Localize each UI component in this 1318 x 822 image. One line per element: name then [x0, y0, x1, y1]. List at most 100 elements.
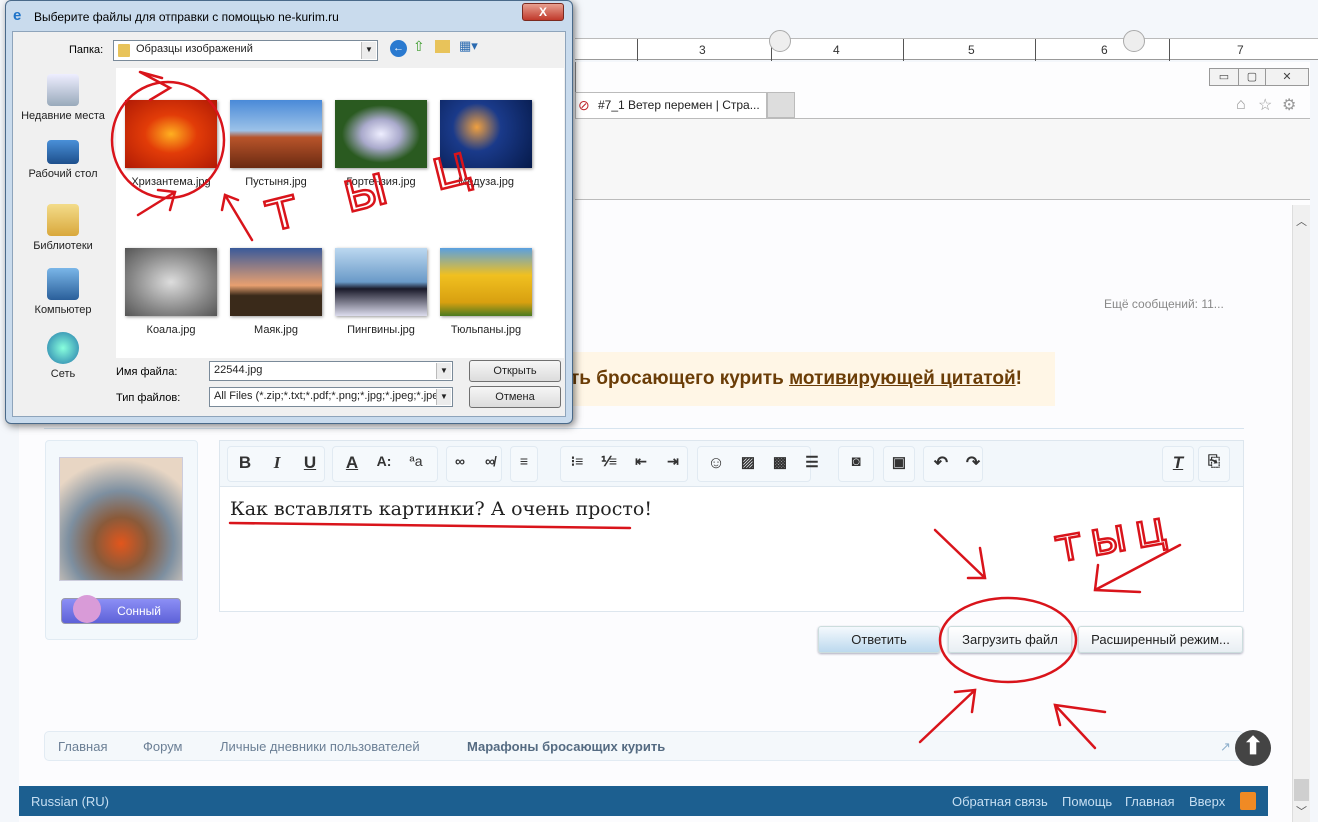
more-messages-link[interactable]: Ещё сообщений: 11...	[1104, 297, 1224, 311]
filetype-label: Тип файлов:	[116, 392, 181, 404]
file-item[interactable]: Хризантема.jpg	[121, 100, 221, 188]
computer-icon	[47, 268, 79, 300]
chevron-down-icon[interactable]: ▼	[436, 389, 451, 405]
scroll-thumb[interactable]	[1294, 779, 1309, 801]
reply-button[interactable]: Ответить	[818, 626, 940, 653]
ruler-handle[interactable]	[1123, 30, 1145, 52]
cancel-button[interactable]: Отмена	[469, 386, 561, 408]
scroll-up-icon[interactable]: ︿	[1296, 213, 1307, 229]
place-computer[interactable]: Компьютер	[13, 268, 113, 316]
home-icon[interactable]: ⌂	[1236, 96, 1246, 114]
smiley-icon[interactable]: ☺	[704, 453, 728, 473]
place-recent[interactable]: Недавние места	[13, 74, 113, 122]
language-selector[interactable]: Russian (RU)	[31, 794, 109, 809]
footer-link-top[interactable]: Вверх	[1189, 794, 1225, 809]
ruler-tick	[903, 39, 904, 61]
place-network[interactable]: Сеть	[13, 332, 113, 380]
editor-toolbar: B I U A A: ªa ∞ ∞̸ ≡ ⁝≡ ⅟≡ ⇤ ⇥ ☺ ▨ ▩ ☰ ◙…	[220, 441, 1243, 487]
file-name: Пингвины.jpg	[347, 324, 415, 336]
file-name: Коала.jpg	[146, 324, 196, 336]
file-item[interactable]: Тюльпаны.jpg	[436, 248, 536, 336]
image-icon[interactable]: ▨	[736, 453, 760, 471]
file-list: Хризантема.jpg Пустыня.jpg Гортензия.jpg…	[116, 68, 564, 358]
numbered-list-icon[interactable]: ⅟≡	[597, 453, 621, 470]
chevron-down-icon[interactable]: ▼	[436, 363, 451, 379]
footer-link-help[interactable]: Помощь	[1062, 794, 1112, 809]
file-item[interactable]: Пустыня.jpg	[226, 100, 326, 188]
dialog-title: Выберите файлы для отправки с помощью ne…	[34, 10, 339, 24]
open-button[interactable]: Открыть	[469, 360, 561, 382]
ruler-tick	[1035, 39, 1036, 61]
footer-link-feedback[interactable]: Обратная связь	[952, 794, 1048, 809]
file-item[interactable]: Маяк.jpg	[226, 248, 326, 336]
footer-link-home[interactable]: Главная	[1125, 794, 1174, 809]
bold-button[interactable]: B	[233, 453, 257, 473]
file-item[interactable]: Медуза.jpg	[436, 100, 536, 188]
link-icon[interactable]: ∞	[448, 453, 472, 469]
view-menu-icon[interactable]: ▦▾	[459, 38, 478, 54]
upload-file-button[interactable]: Загрузить файл	[948, 626, 1072, 653]
vertical-scrollbar[interactable]: ︿ ﹀	[1292, 205, 1310, 822]
align-icon[interactable]: ≡	[512, 453, 536, 469]
place-desktop[interactable]: Рабочий стол	[13, 140, 113, 180]
camera-icon[interactable]: ◙	[844, 453, 868, 470]
file-item[interactable]: Гортензия.jpg	[331, 100, 431, 188]
breadcrumb-item-current[interactable]: Марафоны бросающих курить	[467, 739, 665, 754]
indent-icon[interactable]: ⇥	[661, 453, 685, 470]
ruler: 3 4 5 6 7	[575, 30, 1318, 61]
message-editor[interactable]: B I U A A: ªa ∞ ∞̸ ≡ ⁝≡ ⅟≡ ⇤ ⇥ ☺ ▨ ▩ ☰ ◙…	[219, 440, 1244, 612]
file-name: Медуза.jpg	[458, 176, 514, 188]
chevron-down-icon[interactable]: ▼	[361, 42, 376, 59]
window-close-button[interactable]: ✕	[1265, 68, 1309, 86]
breadcrumb-item[interactable]: Главная	[58, 739, 107, 754]
folder-select[interactable]: Образцы изображений ▼	[113, 40, 378, 61]
rss-icon[interactable]	[1240, 792, 1256, 810]
new-tab-button[interactable]	[767, 92, 795, 118]
undo-icon[interactable]: ↶	[929, 453, 953, 473]
remove-format-icon[interactable]: T	[1166, 453, 1190, 473]
filename-input[interactable]: 22544.jpg ▼	[209, 361, 453, 381]
avatar[interactable]	[59, 457, 183, 581]
gear-icon[interactable]: ⚙	[1282, 95, 1296, 115]
italic-button[interactable]: I	[265, 453, 289, 473]
file-name: Хризантема.jpg	[131, 176, 211, 188]
banner-text: ть бросающего курить	[570, 368, 790, 389]
save-draft-icon[interactable]: ▣	[887, 453, 911, 471]
external-link-icon[interactable]: ↗	[1220, 739, 1231, 755]
font-color-button[interactable]: A	[340, 453, 364, 473]
new-folder-icon[interactable]	[435, 40, 450, 53]
network-icon	[47, 332, 79, 364]
source-mode-icon[interactable]: ⎘	[1202, 453, 1226, 470]
star-icon[interactable]: ☆	[1258, 95, 1272, 115]
redo-icon[interactable]: ↷	[961, 453, 985, 473]
font-size-button[interactable]: A:	[372, 453, 396, 469]
advanced-mode-button[interactable]: Расширенный режим...	[1078, 626, 1243, 653]
minimize-button[interactable]: ▭	[1209, 68, 1239, 86]
place-libraries[interactable]: Библиотеки	[13, 204, 113, 252]
filetype-select[interactable]: All Files (*.zip;*.txt;*.pdf;*.png;*.jpg…	[209, 387, 453, 407]
file-item[interactable]: Коала.jpg	[121, 248, 221, 336]
media-icon[interactable]: ▩	[768, 453, 792, 471]
dialog-close-button[interactable]: X	[522, 3, 564, 21]
breadcrumb-item[interactable]: Личные дневники пользователей	[220, 739, 420, 754]
banner-link[interactable]: мотивирующей цитатой	[789, 368, 1016, 389]
outdent-icon[interactable]: ⇤	[629, 453, 653, 470]
template-icon[interactable]: ☰	[800, 453, 824, 471]
browser-tab[interactable]: ⊘ #7_1 Ветер перемен | Стра... ×	[575, 92, 776, 118]
place-label: Библиотеки	[33, 240, 93, 252]
unlink-icon[interactable]: ∞̸	[478, 453, 502, 469]
restore-button[interactable]: ▢	[1238, 68, 1266, 86]
editor-text[interactable]: Как вставлять картинки? А очень просто!	[230, 498, 652, 520]
scroll-to-top-button[interactable]: ⬆	[1235, 730, 1271, 766]
desktop-icon	[47, 140, 79, 164]
scroll-down-icon[interactable]: ﹀	[1296, 803, 1307, 819]
file-item[interactable]: Пингвины.jpg	[331, 248, 431, 336]
file-thumbnail	[335, 100, 427, 168]
bullet-list-icon[interactable]: ⁝≡	[565, 453, 589, 470]
back-icon[interactable]: ←	[390, 40, 407, 57]
breadcrumb-item[interactable]: Форум	[143, 739, 183, 754]
underline-button[interactable]: U	[298, 453, 322, 473]
font-family-button[interactable]: ªa	[404, 453, 428, 469]
ruler-handle[interactable]	[769, 30, 791, 52]
up-folder-icon[interactable]: ⇧	[413, 38, 425, 55]
